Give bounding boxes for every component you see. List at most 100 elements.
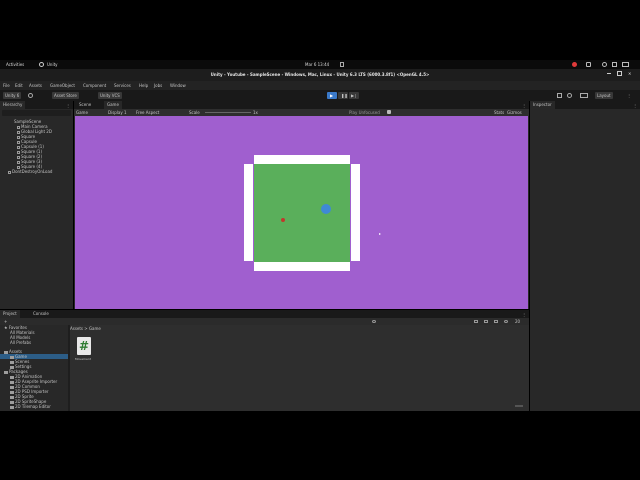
version-control-button[interactable]: Unity VCS (98, 92, 122, 99)
main-toolbar: Unity 6 Asset Store Unity VCS ▶ ❚❚ ▶❘ La… (0, 90, 640, 101)
gizmos-toggle[interactable]: Gizmos (507, 110, 522, 115)
bottom-wall (254, 262, 350, 271)
game-view-toolbar: Game Display 1 Free Aspect Scale 1x Play… (74, 109, 529, 116)
scale-label: Scale (189, 110, 200, 115)
panel-menu-icon[interactable]: ⋮ (522, 312, 526, 317)
gameobject-icon (8, 170, 11, 174)
maximize-icon[interactable] (617, 71, 622, 76)
breadcrumb-game[interactable]: Game (89, 326, 101, 331)
scale-slider[interactable] (205, 112, 251, 113)
clock[interactable]: Mar 6 13:44 (305, 62, 329, 67)
pause-icon: ❚❚ (341, 93, 348, 98)
tab-scene[interactable]: Scene (76, 101, 94, 109)
close-icon[interactable]: ✕ (628, 71, 631, 76)
stats-toggle[interactable]: Stats (494, 110, 504, 115)
package-item[interactable]: 2D Tilemap Editor (0, 404, 68, 409)
folder-icon (4, 370, 8, 374)
hierarchy-tree: SampleScene Main Camera Global Light 2D … (4, 119, 72, 174)
power-icon[interactable] (622, 62, 629, 67)
asset-store-button[interactable]: Asset Store (52, 92, 79, 99)
tab-game[interactable]: Game (104, 101, 122, 109)
window-title: Unity - Youtube - SampleScene - Windows,… (210, 72, 430, 77)
window-title-bar: Unity - Youtube - SampleScene - Windows,… (0, 69, 640, 81)
search-icon[interactable] (372, 320, 376, 323)
search-icon[interactable] (567, 93, 572, 98)
menu-gameobject[interactable]: GameObject (50, 83, 75, 88)
breadcrumb: Assets > Game (70, 326, 101, 331)
top-wall (254, 155, 350, 164)
tab-inspector[interactable]: Inspector (530, 101, 555, 109)
hidden-count: 20 (515, 319, 521, 324)
breadcrumb-assets[interactable]: Assets (70, 326, 83, 331)
play-icon: ▶ (330, 93, 334, 98)
zoom-slider[interactable] (515, 405, 523, 407)
tab-project[interactable]: Project (0, 310, 20, 318)
mute-audio-icon[interactable] (387, 110, 391, 114)
recording-indicator-icon (572, 62, 577, 67)
project-content: Assets > Game # Movement (70, 325, 529, 411)
project-panel: Project Console ⋮ + 20 ★ Favorites All M… (0, 310, 529, 411)
folder-icon (10, 405, 14, 409)
aspect-dropdown[interactable]: Free Aspect (136, 110, 159, 115)
menu-component[interactable]: Component (83, 83, 106, 88)
file-name[interactable]: Movement (75, 357, 91, 361)
menu-bar: File Edit Assets GameObject Component Se… (0, 81, 640, 90)
network-icon (602, 62, 607, 67)
menu-jobs[interactable]: Jobs (154, 83, 162, 88)
play-focus-dropdown[interactable]: Play Unfocused (349, 110, 380, 115)
script-file-icon[interactable]: # (77, 337, 91, 355)
unity-app-icon (39, 62, 44, 67)
game-tabbar: Scene Game ⋮ (74, 101, 529, 109)
display-dropdown[interactable]: Display 1 (108, 110, 127, 115)
minimize-icon[interactable] (607, 73, 611, 74)
layout-dropdown[interactable]: Layout (595, 92, 613, 99)
scale-value: 1x (253, 110, 258, 115)
visibility-icon[interactable] (504, 320, 508, 323)
green-field (254, 164, 350, 262)
panel-menu-icon[interactable]: ⋮ (633, 103, 637, 108)
inspector-tabbar: Inspector ⋮ (530, 101, 640, 109)
tab-console[interactable]: Console (30, 310, 52, 318)
create-button[interactable]: + (4, 319, 7, 324)
game-viewport[interactable]: ▸ (75, 116, 528, 309)
blue-ball (321, 204, 331, 214)
filter-type-icon[interactable] (474, 320, 478, 323)
volume-icon (612, 62, 617, 67)
menu-window[interactable]: Window (170, 83, 186, 88)
activities-button[interactable]: Activities (6, 62, 24, 67)
menu-edit[interactable]: Edit (15, 83, 23, 88)
hierarchy-search-input[interactable] (2, 110, 71, 116)
cloud-icon[interactable] (28, 93, 33, 98)
right-wall (351, 164, 360, 261)
tab-hierarchy[interactable]: Hierarchy (0, 101, 26, 109)
red-ball (281, 218, 285, 222)
hash-icon: # (79, 339, 90, 353)
hierarchy-tabbar: Hierarchy ⋮ (0, 101, 73, 109)
mouse-cursor-icon: ▸ (379, 231, 382, 236)
app-menu[interactable]: Unity (47, 62, 58, 67)
project-tabbar: Project Console ⋮ (0, 310, 529, 318)
menu-help[interactable]: Help (139, 83, 148, 88)
folder-icon (4, 350, 8, 354)
project-toolbar: + 20 (0, 318, 529, 325)
game-panel: Scene Game ⋮ Game Display 1 Free Aspect … (74, 101, 529, 309)
panel-menu-icon[interactable]: ⋮ (522, 103, 526, 108)
account-button[interactable]: Unity 6 (3, 92, 22, 99)
layers-icon[interactable] (580, 93, 588, 98)
filter-label-icon[interactable] (484, 320, 488, 323)
menu-services[interactable]: Services (114, 83, 131, 88)
screen-icon (586, 62, 591, 67)
game-mode-dropdown[interactable]: Game (76, 110, 88, 115)
history-icon[interactable] (557, 93, 562, 98)
panel-menu-icon[interactable]: ⋮ (66, 103, 70, 108)
menu-assets[interactable]: Assets (29, 83, 42, 88)
left-wall (244, 164, 253, 261)
favorite-icon[interactable] (494, 320, 498, 323)
notification-icon (340, 62, 344, 67)
hierarchy-panel: Hierarchy ⋮ SampleScene Main Camera Glob… (0, 101, 73, 309)
tree-item-dontdestroy[interactable]: DontDestroyOnLoad (4, 169, 72, 174)
project-tree: ★ Favorites All Materials All Models All… (0, 325, 68, 411)
more-icon[interactable]: ⋮ (627, 93, 631, 98)
inspector-panel: Inspector ⋮ (530, 101, 640, 411)
menu-file[interactable]: File (3, 83, 10, 88)
